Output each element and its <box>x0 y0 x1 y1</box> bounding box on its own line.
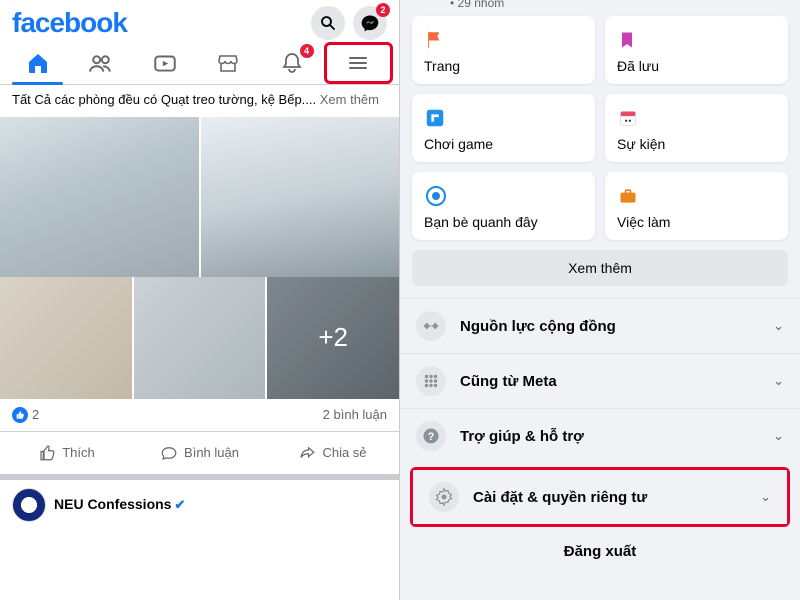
option-meta-label: Cũng từ Meta <box>460 373 759 390</box>
help-icon: ? <box>416 421 446 451</box>
facebook-logo: facebook <box>12 7 311 39</box>
gaming-icon <box>424 104 583 132</box>
avatar[interactable] <box>12 488 46 522</box>
menu-shortcuts: Trang Đã lưu Chơi game Sự kiện Bạn bè qu… <box>400 16 800 250</box>
like-count-value: 2 <box>32 407 39 422</box>
like-count[interactable]: 2 <box>12 407 39 423</box>
header-icons: 2 <box>311 6 387 40</box>
hamburger-icon <box>346 51 370 75</box>
logout-button[interactable]: Đăng xuất <box>400 531 800 568</box>
briefcase-icon <box>617 182 776 210</box>
bookmark-icon <box>617 26 776 54</box>
card-jobs-label: Việc làm <box>617 214 776 230</box>
tab-menu[interactable] <box>324 42 394 84</box>
share-label: Chia sẻ <box>322 445 366 460</box>
option-meta[interactable]: Cũng từ Meta ⌄ <box>400 353 800 408</box>
header: facebook 2 <box>0 0 399 42</box>
option-community-label: Nguồn lực cộng đồng <box>460 318 759 335</box>
notification-badge: 4 <box>300 44 314 58</box>
tab-notifications[interactable]: 4 <box>260 42 324 84</box>
card-jobs[interactable]: Việc làm <box>605 172 788 240</box>
card-nearby[interactable]: Bạn bè quanh đây <box>412 172 595 240</box>
card-pages-label: Trang <box>424 58 583 74</box>
thumb-icon <box>38 444 56 462</box>
card-pages[interactable]: Trang <box>412 16 595 84</box>
post-photo-more[interactable]: +2 <box>267 277 399 399</box>
messenger-icon <box>360 13 380 33</box>
comment-count[interactable]: 2 bình luận <box>323 407 387 423</box>
messenger-badge: 2 <box>376 3 390 17</box>
like-icon <box>12 407 28 423</box>
share-button[interactable]: Chia sẻ <box>266 436 399 470</box>
comment-button[interactable]: Bình luận <box>133 436 266 470</box>
apps-icon <box>416 366 446 396</box>
chevron-down-icon: ⌄ <box>773 373 784 389</box>
post-photo-3[interactable] <box>0 277 132 399</box>
friends-icon <box>88 50 114 76</box>
card-nearby-label: Bạn bè quanh đây <box>424 214 583 230</box>
handshake-icon <box>416 311 446 341</box>
option-help-label: Trợ giúp & hỗ trợ <box>460 428 759 445</box>
messenger-button[interactable]: 2 <box>353 6 387 40</box>
option-help[interactable]: ? Trợ giúp & hỗ trợ ⌄ <box>400 408 800 463</box>
comment-label: Bình luận <box>184 445 239 460</box>
marketplace-icon <box>216 51 240 75</box>
post-actions: Thích Bình luận Chia sẻ <box>0 432 399 474</box>
like-button[interactable]: Thích <box>0 436 133 470</box>
search-button[interactable] <box>311 6 345 40</box>
post-text: Tất Cả các phòng đều có Quạt treo tường,… <box>0 85 399 117</box>
next-post-header[interactable]: NEU Confessions✔ <box>0 474 399 530</box>
svg-text:?: ? <box>428 431 435 443</box>
card-gaming[interactable]: Chơi game <box>412 94 595 162</box>
more-photos-label: +2 <box>318 322 348 353</box>
feed-screen: facebook 2 4 <box>0 0 400 600</box>
post-photo-1[interactable] <box>0 117 199 277</box>
photo-grid[interactable] <box>0 117 399 277</box>
menu-screen: • 29 nhóm Trang Đã lưu Chơi game Sự kiện… <box>400 0 800 600</box>
gear-icon <box>429 482 459 512</box>
option-settings-label: Cài đặt & quyền riêng tư <box>473 489 746 506</box>
calendar-icon <box>617 104 776 132</box>
card-saved-label: Đã lưu <box>617 58 776 74</box>
group-count-stub: • 29 nhóm <box>400 0 800 16</box>
tab-marketplace[interactable] <box>197 42 261 84</box>
card-events[interactable]: Sự kiện <box>605 94 788 162</box>
card-gaming-label: Chơi game <box>424 136 583 152</box>
nearby-icon <box>424 182 583 210</box>
see-more-link[interactable]: Xem thêm <box>320 92 379 107</box>
verified-icon: ✔ <box>174 497 185 512</box>
option-settings[interactable]: Cài đặt & quyền riêng tư ⌄ <box>413 470 787 524</box>
tab-friends[interactable] <box>70 42 134 84</box>
like-label: Thích <box>62 445 95 460</box>
home-icon <box>26 51 50 75</box>
see-more-button[interactable]: Xem thêm <box>412 250 788 286</box>
watch-icon <box>152 50 178 76</box>
flag-icon <box>424 26 583 54</box>
tab-bar: 4 <box>0 42 399 85</box>
post-body: Tất Cả các phòng đều có Quạt treo tường,… <box>12 92 320 107</box>
search-icon <box>319 14 337 32</box>
photo-grid-row2: +2 <box>0 277 399 399</box>
page-name[interactable]: NEU Confessions✔ <box>54 496 185 513</box>
post-photo-4[interactable] <box>134 277 266 399</box>
post-stats: 2 2 bình luận <box>0 399 399 432</box>
option-community[interactable]: Nguồn lực cộng đồng ⌄ <box>400 298 800 353</box>
post-photo-2[interactable] <box>201 117 400 277</box>
option-settings-highlight: Cài đặt & quyền riêng tư ⌄ <box>410 467 790 527</box>
chevron-down-icon: ⌄ <box>760 489 771 505</box>
chevron-down-icon: ⌄ <box>773 318 784 334</box>
card-events-label: Sự kiện <box>617 136 776 152</box>
comment-icon <box>160 444 178 462</box>
chevron-down-icon: ⌄ <box>773 428 784 444</box>
share-icon <box>298 444 316 462</box>
tab-watch[interactable] <box>133 42 197 84</box>
tab-home[interactable] <box>6 42 70 84</box>
card-saved[interactable]: Đã lưu <box>605 16 788 84</box>
